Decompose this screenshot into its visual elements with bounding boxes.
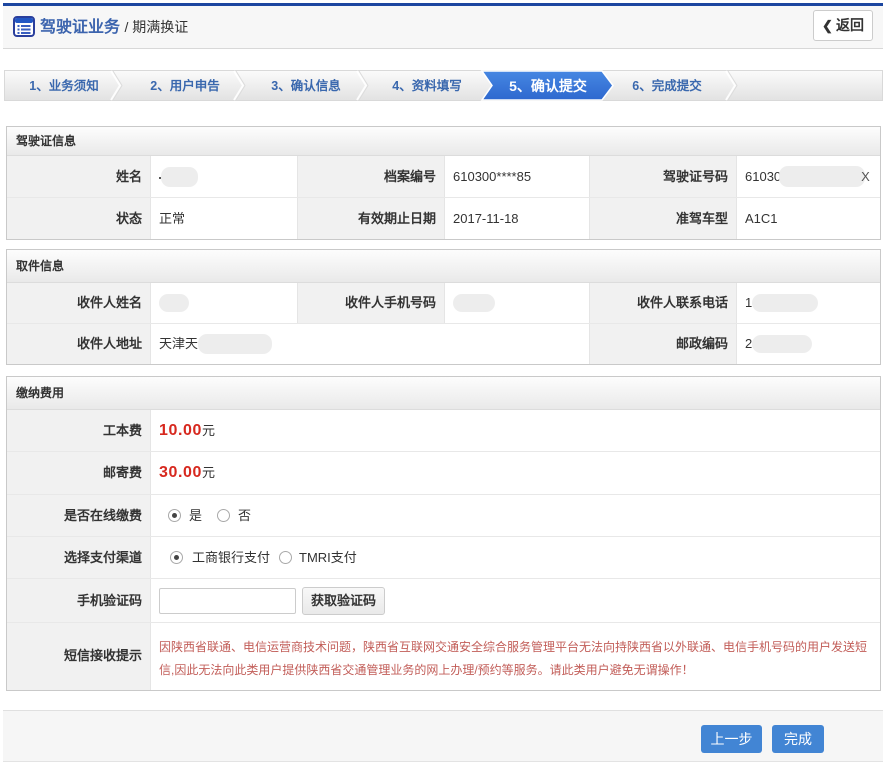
svg-text:4、资料填写: 4、资料填写 <box>392 78 461 93</box>
svg-text:3、确认信息: 3、确认信息 <box>271 78 341 93</box>
svg-text:6、完成提交: 6、完成提交 <box>632 78 702 93</box>
svg-text:2、用户申告: 2、用户申告 <box>150 78 220 93</box>
svg-text:5、确认提交: 5、确认提交 <box>509 78 587 94</box>
svg-text:1、业务须知: 1、业务须知 <box>29 78 98 93</box>
